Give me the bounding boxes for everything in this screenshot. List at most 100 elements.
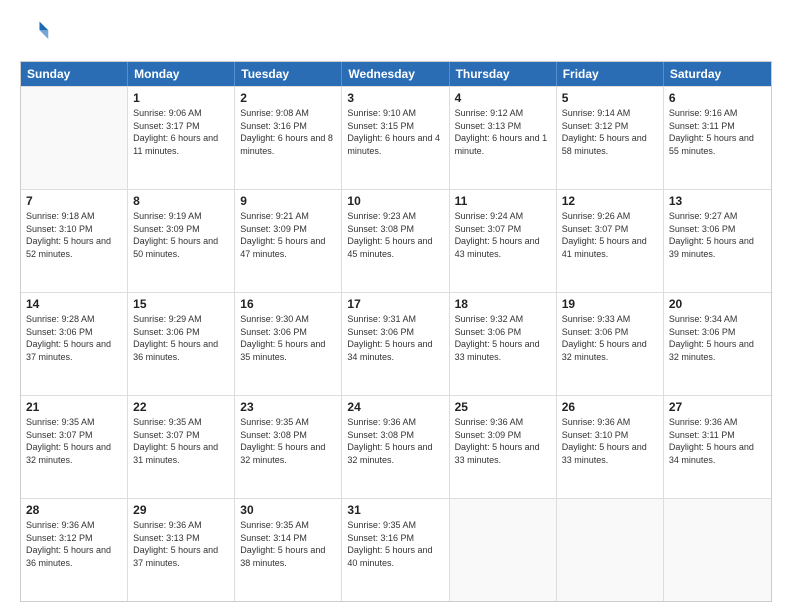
col-header-saturday: Saturday xyxy=(664,62,771,86)
day-cell-15: 15 Sunrise: 9:29 AMSunset: 3:06 PMDayligh… xyxy=(128,293,235,395)
calendar-body: 1Sunrise: 9:06 AMSunset: 3:17 PMDaylight… xyxy=(21,86,771,601)
day-number: 19 xyxy=(562,297,658,311)
day-info: Sunrise: 9:12 AMSunset: 3:13 PMDaylight:… xyxy=(455,107,551,157)
col-header-tuesday: Tuesday xyxy=(235,62,342,86)
day-cell-2: 2Sunrise: 9:08 AMSunset: 3:16 PMDaylight… xyxy=(235,87,342,189)
logo-icon xyxy=(22,18,50,46)
day-cell-20: 20 Sunrise: 9:34 AMSunset: 3:06 PMDayligh… xyxy=(664,293,771,395)
header xyxy=(20,18,772,51)
week-row-1: 1Sunrise: 9:06 AMSunset: 3:17 PMDaylight… xyxy=(21,86,771,189)
day-info: Sunrise: 9:19 AMSunset: 3:09 PMDaylight:… xyxy=(133,210,229,260)
day-info: Sunrise: 9:34 AMSunset: 3:06 PMDaylight:… xyxy=(669,313,766,363)
day-info: Sunrise: 9:26 AMSunset: 3:07 PMDaylight:… xyxy=(562,210,658,260)
day-info: Sunrise: 9:33 AMSunset: 3:06 PMDaylight:… xyxy=(562,313,658,363)
day-cell-5: 5 Sunrise: 9:14 AMSunset: 3:12 PMDaylight… xyxy=(557,87,664,189)
day-number: 7 xyxy=(26,194,122,208)
day-info: Sunrise: 9:30 AMSunset: 3:06 PMDaylight:… xyxy=(240,313,336,363)
day-number: 1 xyxy=(133,91,229,105)
day-cell-30: 30 Sunrise: 9:35 AMSunset: 3:14 PMDayligh… xyxy=(235,499,342,601)
day-info: Sunrise: 9:35 AMSunset: 3:08 PMDaylight:… xyxy=(240,416,336,466)
day-cell-18: 18 Sunrise: 9:32 AMSunset: 3:06 PMDayligh… xyxy=(450,293,557,395)
day-number: 17 xyxy=(347,297,443,311)
day-info: Sunrise: 9:32 AMSunset: 3:06 PMDaylight:… xyxy=(455,313,551,363)
day-cell-11: 11 Sunrise: 9:24 AMSunset: 3:07 PMDayligh… xyxy=(450,190,557,292)
day-cell-8: 8 Sunrise: 9:19 AMSunset: 3:09 PMDaylight… xyxy=(128,190,235,292)
day-cell-9: 9Sunrise: 9:21 AMSunset: 3:09 PMDaylight… xyxy=(235,190,342,292)
day-number: 26 xyxy=(562,400,658,414)
day-info: Sunrise: 9:14 AMSunset: 3:12 PMDaylight:… xyxy=(562,107,658,157)
day-cell-empty-4-4 xyxy=(450,499,557,601)
day-number: 20 xyxy=(669,297,766,311)
day-number: 8 xyxy=(133,194,229,208)
day-cell-21: 21 Sunrise: 9:35 AMSunset: 3:07 PMDayligh… xyxy=(21,396,128,498)
day-cell-31: 31 Sunrise: 9:35 AMSunset: 3:16 PMDayligh… xyxy=(342,499,449,601)
day-number: 4 xyxy=(455,91,551,105)
day-info: Sunrise: 9:36 AMSunset: 3:10 PMDaylight:… xyxy=(562,416,658,466)
day-number: 18 xyxy=(455,297,551,311)
calendar: SundayMondayTuesdayWednesdayThursdayFrid… xyxy=(20,61,772,602)
day-info: Sunrise: 9:35 AMSunset: 3:07 PMDaylight:… xyxy=(26,416,122,466)
day-number: 2 xyxy=(240,91,336,105)
day-number: 30 xyxy=(240,503,336,517)
day-cell-24: 24 Sunrise: 9:36 AMSunset: 3:08 PMDayligh… xyxy=(342,396,449,498)
day-number: 28 xyxy=(26,503,122,517)
day-number: 31 xyxy=(347,503,443,517)
day-info: Sunrise: 9:16 AMSunset: 3:11 PMDaylight:… xyxy=(669,107,766,157)
day-cell-12: 12 Sunrise: 9:26 AMSunset: 3:07 PMDayligh… xyxy=(557,190,664,292)
week-row-4: 21 Sunrise: 9:35 AMSunset: 3:07 PMDayligh… xyxy=(21,395,771,498)
day-cell-empty-4-6 xyxy=(664,499,771,601)
day-number: 5 xyxy=(562,91,658,105)
day-cell-25: 25 Sunrise: 9:36 AMSunset: 3:09 PMDayligh… xyxy=(450,396,557,498)
day-number: 13 xyxy=(669,194,766,208)
day-cell-10: 10Sunrise: 9:23 AMSunset: 3:08 PMDayligh… xyxy=(342,190,449,292)
day-number: 11 xyxy=(455,194,551,208)
day-cell-19: 19 Sunrise: 9:33 AMSunset: 3:06 PMDayligh… xyxy=(557,293,664,395)
col-header-sunday: Sunday xyxy=(21,62,128,86)
day-info: Sunrise: 9:35 AMSunset: 3:07 PMDaylight:… xyxy=(133,416,229,466)
day-cell-13: 13 Sunrise: 9:27 AMSunset: 3:06 PMDayligh… xyxy=(664,190,771,292)
col-header-thursday: Thursday xyxy=(450,62,557,86)
day-info: Sunrise: 9:10 AMSunset: 3:15 PMDaylight:… xyxy=(347,107,443,157)
day-cell-7: 7 Sunrise: 9:18 AMSunset: 3:10 PMDaylight… xyxy=(21,190,128,292)
day-cell-empty-4-5 xyxy=(557,499,664,601)
day-info: Sunrise: 9:27 AMSunset: 3:06 PMDaylight:… xyxy=(669,210,766,260)
day-number: 10 xyxy=(347,194,443,208)
day-cell-28: 28 Sunrise: 9:36 AMSunset: 3:12 PMDayligh… xyxy=(21,499,128,601)
day-number: 22 xyxy=(133,400,229,414)
day-number: 3 xyxy=(347,91,443,105)
day-info: Sunrise: 9:18 AMSunset: 3:10 PMDaylight:… xyxy=(26,210,122,260)
day-cell-17: 17Sunrise: 9:31 AMSunset: 3:06 PMDayligh… xyxy=(342,293,449,395)
day-cell-27: 27Sunrise: 9:36 AMSunset: 3:11 PMDayligh… xyxy=(664,396,771,498)
day-info: Sunrise: 9:36 AMSunset: 3:13 PMDaylight:… xyxy=(133,519,229,569)
day-cell-empty-0-0 xyxy=(21,87,128,189)
col-header-friday: Friday xyxy=(557,62,664,86)
day-number: 25 xyxy=(455,400,551,414)
day-number: 12 xyxy=(562,194,658,208)
day-info: Sunrise: 9:29 AMSunset: 3:06 PMDaylight:… xyxy=(133,313,229,363)
day-number: 15 xyxy=(133,297,229,311)
day-cell-22: 22 Sunrise: 9:35 AMSunset: 3:07 PMDayligh… xyxy=(128,396,235,498)
day-info: Sunrise: 9:35 AMSunset: 3:16 PMDaylight:… xyxy=(347,519,443,569)
day-info: Sunrise: 9:28 AMSunset: 3:06 PMDaylight:… xyxy=(26,313,122,363)
day-number: 29 xyxy=(133,503,229,517)
day-info: Sunrise: 9:36 AMSunset: 3:08 PMDaylight:… xyxy=(347,416,443,466)
day-number: 14 xyxy=(26,297,122,311)
col-header-monday: Monday xyxy=(128,62,235,86)
day-cell-6: 6Sunrise: 9:16 AMSunset: 3:11 PMDaylight… xyxy=(664,87,771,189)
day-info: Sunrise: 9:24 AMSunset: 3:07 PMDaylight:… xyxy=(455,210,551,260)
day-info: Sunrise: 9:36 AMSunset: 3:09 PMDaylight:… xyxy=(455,416,551,466)
day-cell-3: 3 Sunrise: 9:10 AMSunset: 3:15 PMDaylight… xyxy=(342,87,449,189)
week-row-2: 7 Sunrise: 9:18 AMSunset: 3:10 PMDaylight… xyxy=(21,189,771,292)
day-cell-29: 29 Sunrise: 9:36 AMSunset: 3:13 PMDayligh… xyxy=(128,499,235,601)
day-cell-14: 14 Sunrise: 9:28 AMSunset: 3:06 PMDayligh… xyxy=(21,293,128,395)
day-number: 21 xyxy=(26,400,122,414)
logo xyxy=(20,18,50,51)
day-info: Sunrise: 9:35 AMSunset: 3:14 PMDaylight:… xyxy=(240,519,336,569)
day-number: 24 xyxy=(347,400,443,414)
page: SundayMondayTuesdayWednesdayThursdayFrid… xyxy=(0,0,792,612)
day-info: Sunrise: 9:36 AMSunset: 3:12 PMDaylight:… xyxy=(26,519,122,569)
day-number: 16 xyxy=(240,297,336,311)
day-cell-1: 1Sunrise: 9:06 AMSunset: 3:17 PMDaylight… xyxy=(128,87,235,189)
day-cell-23: 23Sunrise: 9:35 AMSunset: 3:08 PMDayligh… xyxy=(235,396,342,498)
day-cell-26: 26 Sunrise: 9:36 AMSunset: 3:10 PMDayligh… xyxy=(557,396,664,498)
